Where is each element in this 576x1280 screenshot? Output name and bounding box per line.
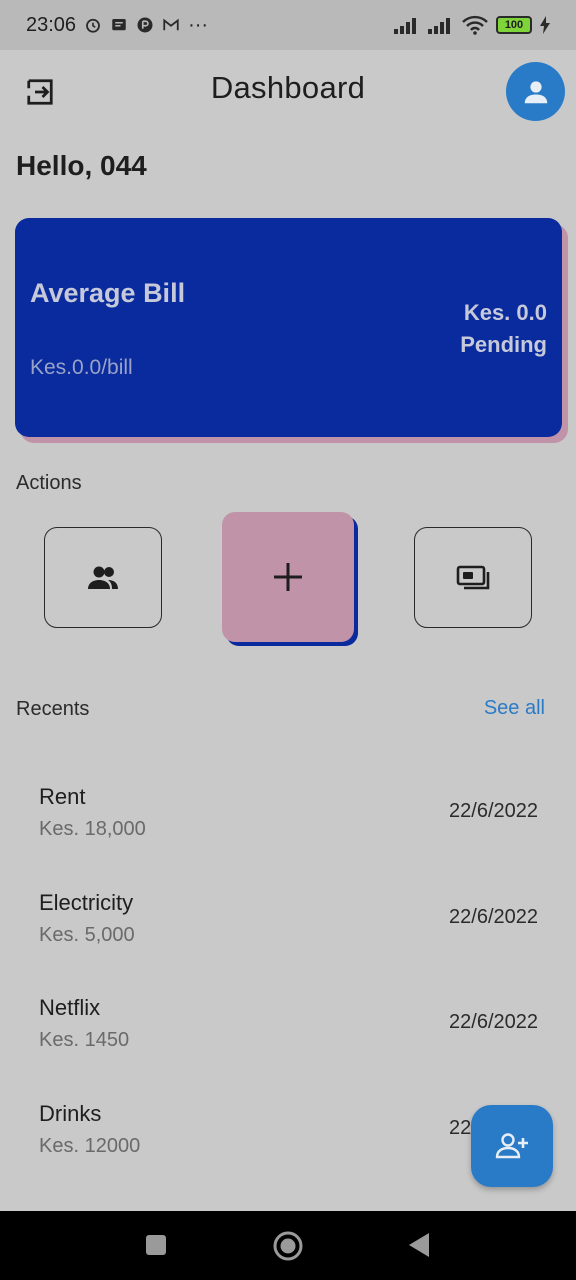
- status-time: 23:06: [26, 13, 77, 36]
- recent-item-name: Drinks: [39, 1101, 102, 1126]
- group-icon: [88, 566, 118, 589]
- groups-action-button[interactable]: [44, 527, 162, 628]
- home-button[interactable]: [270, 1228, 306, 1264]
- payments-action-button[interactable]: [414, 527, 532, 628]
- recents-label: Recents: [16, 698, 90, 720]
- charging-icon: [540, 16, 550, 34]
- app-icon: [137, 17, 153, 33]
- message-icon: [112, 19, 126, 31]
- see-all-link[interactable]: See all: [484, 697, 545, 720]
- recent-item-date: 22/6/2022: [449, 1011, 538, 1033]
- profile-avatar-button[interactable]: [506, 62, 565, 121]
- square-icon: [146, 1235, 166, 1255]
- actions-label: Actions: [16, 472, 82, 494]
- recent-item[interactable]: Drinks Kes. 12000 22/6/2022: [39, 1101, 539, 1161]
- gmail-icon: [163, 18, 179, 31]
- recent-apps-button[interactable]: [144, 1233, 168, 1257]
- recent-item-amount: Kes. 12000: [39, 1135, 141, 1157]
- wifi-icon: [462, 15, 488, 35]
- recent-item-name: Netflix: [39, 995, 101, 1020]
- status-right: 100: [394, 15, 550, 35]
- recent-item-name: Electricity: [39, 890, 134, 915]
- signal-icon-2: [428, 18, 450, 34]
- app-bar: Dashboard: [0, 50, 576, 132]
- recent-item-amount: Kes. 18,000: [39, 818, 146, 840]
- recent-item[interactable]: Rent Kes. 18,000 22/6/2022: [39, 784, 539, 844]
- battery-icon: 100: [496, 16, 532, 34]
- system-nav-bar: [0, 1211, 576, 1280]
- more-notifications-icon: ···: [188, 13, 209, 36]
- recent-item[interactable]: Electricity Kes. 5,000 22/6/2022: [39, 890, 539, 950]
- person-add-icon: [495, 1133, 528, 1159]
- signal-icon: [394, 18, 416, 34]
- recent-item-amount: Kes. 1450: [39, 1029, 130, 1051]
- person-icon: [524, 80, 547, 103]
- recent-item[interactable]: Netflix Kes. 1450 22/6/2022: [39, 995, 539, 1055]
- circle-icon: [273, 1231, 303, 1261]
- payments-icon: [456, 565, 490, 589]
- status-bar: 23:06 ··· 100: [0, 0, 576, 50]
- average-bill-card[interactable]: Average Bill Kes.0.0/bill Kes. 0.0 Pendi…: [15, 218, 562, 437]
- alarm-icon: [86, 18, 100, 33]
- page-title: Dashboard: [210, 70, 366, 105]
- card-status: Pending: [460, 332, 547, 357]
- add-icon: [274, 563, 302, 591]
- recent-item-date: 22/6/2022: [449, 906, 538, 928]
- card-title: Average Bill: [30, 278, 186, 308]
- recent-item-name: Rent: [39, 784, 86, 809]
- card-subtitle: Kes.0.0/bill: [30, 356, 133, 379]
- back-triangle-icon: [409, 1233, 429, 1257]
- add-person-fab[interactable]: [471, 1105, 553, 1187]
- status-left: 23:06 ···: [26, 14, 208, 37]
- add-bill-button[interactable]: [222, 512, 354, 642]
- recent-item-date: 22/6/2022: [449, 800, 538, 822]
- card-amount: Kes. 0.0: [463, 300, 547, 325]
- recent-item-amount: Kes. 5,000: [39, 924, 135, 946]
- back-button[interactable]: [406, 1231, 432, 1259]
- greeting-text: Hello, 044: [16, 150, 147, 181]
